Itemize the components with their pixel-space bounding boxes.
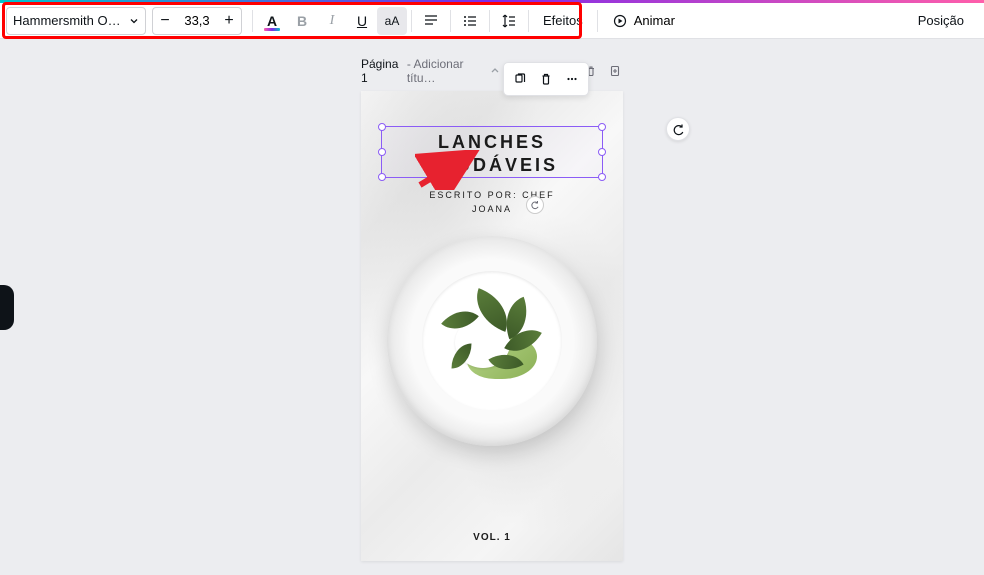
case-button[interactable]: aA bbox=[377, 7, 407, 35]
divider bbox=[252, 10, 253, 32]
text-rotate-handle[interactable] bbox=[526, 196, 544, 214]
resize-handle-br[interactable] bbox=[598, 173, 606, 181]
text-toolbar: Hammersmith O… − + A B I U aA Efeitos An… bbox=[0, 3, 984, 39]
resize-handle-mr[interactable] bbox=[598, 148, 606, 156]
add-page-button[interactable] bbox=[607, 63, 623, 79]
rotate-handle[interactable] bbox=[666, 117, 690, 141]
font-size-input[interactable] bbox=[177, 13, 217, 28]
more-options-button[interactable] bbox=[560, 67, 584, 91]
position-button[interactable]: Posição bbox=[908, 7, 974, 35]
font-name-label: Hammersmith O… bbox=[13, 13, 125, 28]
divider bbox=[450, 10, 451, 32]
title-text[interactable]: LANCHES SAUDÁVEIS bbox=[382, 127, 602, 178]
list-icon bbox=[462, 13, 478, 29]
font-size-group: − + bbox=[152, 7, 242, 35]
delete-element-button[interactable] bbox=[534, 67, 558, 91]
divider bbox=[489, 10, 490, 32]
underline-button[interactable]: U bbox=[347, 7, 377, 35]
divider bbox=[597, 10, 598, 32]
align-icon bbox=[423, 13, 439, 29]
color-indicator bbox=[264, 28, 280, 31]
spacing-button[interactable] bbox=[494, 7, 524, 35]
volume-text[interactable]: VOL. 1 bbox=[361, 532, 623, 543]
resize-handle-tr[interactable] bbox=[598, 123, 606, 131]
rotate-icon bbox=[530, 200, 540, 210]
element-floating-toolbar bbox=[503, 62, 589, 96]
divider bbox=[411, 10, 412, 32]
food-image[interactable] bbox=[387, 236, 597, 446]
align-button[interactable] bbox=[416, 7, 446, 35]
duplicate-element-button[interactable] bbox=[508, 67, 532, 91]
resize-handle-tl[interactable] bbox=[378, 123, 386, 131]
italic-button[interactable]: I bbox=[317, 7, 347, 35]
canvas-area: Página 1 - Adicionar títu… LANCHES SAUDÁ… bbox=[0, 39, 984, 575]
subtitle-text[interactable]: ESCRITO POR: CHEF JOANA bbox=[361, 189, 623, 216]
bold-button[interactable]: B bbox=[287, 7, 317, 35]
page1-canvas[interactable]: LANCHES SAUDÁVEIS ESCRITO POR: CHEF JOAN… bbox=[361, 91, 623, 561]
resize-handle-bl[interactable] bbox=[378, 173, 386, 181]
resize-handle-ml[interactable] bbox=[378, 148, 386, 156]
spacing-icon bbox=[501, 13, 517, 29]
animate-button[interactable]: Animar bbox=[602, 7, 685, 35]
text-color-button[interactable]: A bbox=[257, 7, 287, 35]
decrease-size-button[interactable]: − bbox=[153, 8, 177, 34]
list-button[interactable] bbox=[455, 7, 485, 35]
chevron-down-icon bbox=[129, 16, 139, 26]
rotate-icon bbox=[672, 123, 685, 136]
divider bbox=[528, 10, 529, 32]
increase-size-button[interactable]: + bbox=[217, 8, 241, 34]
move-up-button[interactable] bbox=[487, 63, 503, 79]
font-family-selector[interactable]: Hammersmith O… bbox=[6, 7, 146, 35]
animate-icon bbox=[612, 13, 628, 29]
effects-button[interactable]: Efeitos bbox=[533, 7, 593, 35]
selected-text-box[interactable]: LANCHES SAUDÁVEIS bbox=[381, 126, 603, 178]
page1-label[interactable]: Página 1 - Adicionar títu… bbox=[361, 57, 487, 85]
